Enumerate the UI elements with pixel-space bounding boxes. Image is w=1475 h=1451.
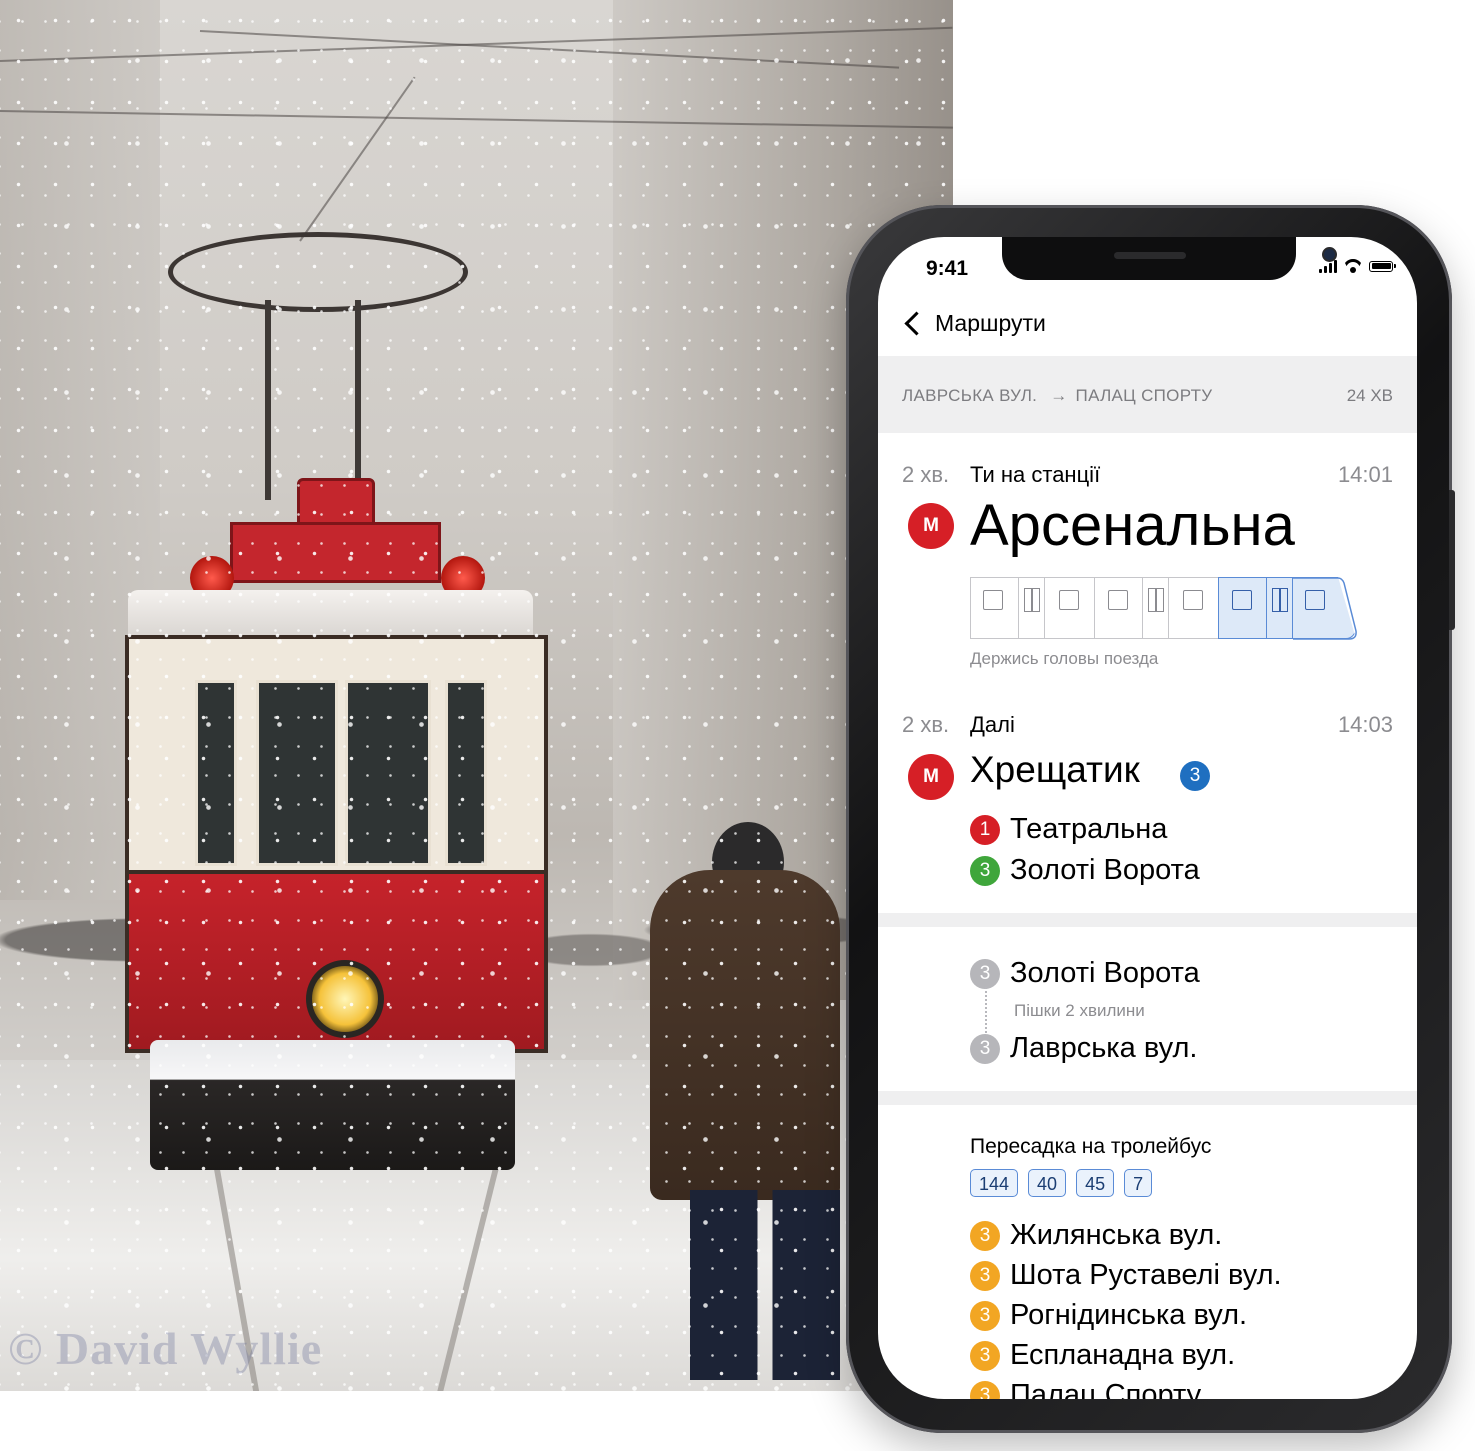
double-door-icon <box>1024 588 1040 612</box>
section-divider <box>878 913 1417 927</box>
route-chip[interactable]: 144 <box>970 1169 1019 1197</box>
line-badge-green: 3 <box>970 855 1000 886</box>
line-badge-red: 1 <box>970 814 1000 845</box>
route-arrow-icon: → <box>1050 386 1068 405</box>
step-title: Ти на станції <box>970 462 1101 487</box>
line-badge-orange: 3 <box>970 1220 1000 1251</box>
line-badge-orange: 3 <box>970 1340 1000 1371</box>
route-chip[interactable]: 40 <box>1028 1169 1067 1197</box>
photo-watermark: © David Wyllie <box>8 1323 323 1374</box>
step-time: 14:03 <box>1337 712 1393 737</box>
line-badge-orange: 3 <box>970 1380 1000 1399</box>
metro-icon: М <box>908 754 954 800</box>
stop-name: Золоті Ворота <box>1010 854 1200 886</box>
stop-name: Рогнідинська вул. <box>1010 1299 1248 1331</box>
back-button[interactable]: Маршрути <box>902 310 1046 337</box>
stop-name: Лаврська вул. <box>1010 1032 1198 1064</box>
train-car <box>1094 577 1144 639</box>
battery-icon <box>1369 260 1396 272</box>
line-badge-orange: 3 <box>970 1300 1000 1331</box>
route-to: ПАЛАЦ СПОРТУ <box>1075 386 1213 405</box>
double-door-icon <box>1272 588 1288 612</box>
train-car <box>1142 577 1170 639</box>
trolleybus-stop: 3 Палац Спорту <box>970 1379 1201 1399</box>
intermediate-stop: 3 Золоті Ворота <box>970 854 1200 887</box>
walk-hint: Пішки 2 хвилини <box>1014 1001 1145 1020</box>
line-badge-blue: 3 <box>1180 761 1210 791</box>
stop-name: Театральна <box>1010 813 1168 845</box>
intermediate-stop: 1 Театральна <box>970 813 1167 846</box>
train-car <box>970 577 1020 639</box>
door-icon <box>1183 590 1203 610</box>
phone-screen: 9:41 Маршрути ЛАВРСЬКА ВУЛ. → ПАЛАЦ СПОР… <box>878 237 1417 1399</box>
route-duration: 24 ХВ <box>1346 386 1393 405</box>
line-badge-gray: 3 <box>970 958 1000 989</box>
train-car-highlighted <box>1266 577 1294 639</box>
phone-side-button <box>1449 490 1455 630</box>
trolleybus-stop: 3 Жилянська вул. <box>970 1219 1222 1252</box>
step-title: Далі <box>970 712 1015 737</box>
trolleybus-stop: 3 Еспланадна вул. <box>970 1339 1235 1372</box>
earpiece-speaker <box>1114 252 1186 259</box>
door-icon <box>1232 590 1252 610</box>
route-summary-bar: ЛАВРСЬКА ВУЛ. → ПАЛАЦ СПОРТУ 24 ХВ <box>878 356 1417 433</box>
line-badge-gray: 3 <box>970 1033 1000 1064</box>
current-station: Арсенальна <box>970 493 1295 558</box>
route-chip[interactable]: 7 <box>1124 1169 1153 1197</box>
status-icons <box>1319 259 1396 273</box>
next-station: Хрещатик <box>970 749 1140 790</box>
metro-icon: М <box>908 503 954 549</box>
train-car <box>1168 577 1220 639</box>
door-icon <box>1059 590 1079 610</box>
snowfall <box>0 0 953 1391</box>
stop-name: Еспланадна вул. <box>1010 1339 1236 1371</box>
background-photo: © David Wyllie <box>0 0 953 1391</box>
chevron-left-icon <box>904 311 929 336</box>
stop-name: Золоті Ворота <box>1010 957 1200 989</box>
cellular-signal-icon <box>1319 259 1337 273</box>
door-icon <box>1108 590 1128 610</box>
line-badge-orange: 3 <box>970 1260 1000 1291</box>
step-time: 14:01 <box>1337 462 1393 487</box>
step-duration: 2 хв. <box>902 712 950 737</box>
transfer-title: Пересадка на тролейбус <box>970 1135 1212 1158</box>
trolleybus-routes: 144 40 45 7 <box>970 1169 1153 1197</box>
walk-start-stop: 3 Золоті Ворота <box>970 957 1200 990</box>
trolleybus-stop: 3 Рогнідинська вул. <box>970 1299 1247 1332</box>
route-chip[interactable]: 45 <box>1076 1169 1115 1197</box>
train-head-outline <box>1293 577 1357 640</box>
step-duration: 2 хв. <box>902 462 950 487</box>
train-car-diagram <box>970 577 1358 641</box>
phone-notch <box>1002 237 1335 280</box>
back-button-label: Маршрути <box>935 310 1046 336</box>
trolleybus-stop: 3 Шота Руставелі вул. <box>970 1259 1282 1292</box>
train-car <box>1044 577 1096 639</box>
stop-name: Палац Спорту <box>1010 1379 1202 1399</box>
wifi-icon <box>1343 259 1363 273</box>
train-car <box>1018 577 1046 639</box>
route-text: ЛАВРСЬКА ВУЛ. → ПАЛАЦ СПОРТУ <box>902 386 1212 406</box>
train-car-highlighted <box>1218 577 1268 639</box>
stop-name: Жилянська вул. <box>1010 1219 1223 1251</box>
door-icon <box>983 590 1003 610</box>
stop-name: Шота Руставелі вул. <box>1010 1259 1282 1291</box>
status-time: 9:41 <box>926 257 969 280</box>
walk-end-stop: 3 Лаврська вул. <box>970 1032 1197 1065</box>
double-door-icon <box>1148 588 1164 612</box>
section-divider <box>878 1091 1417 1105</box>
route-from: ЛАВРСЬКА ВУЛ. <box>902 386 1038 405</box>
train-position-hint: Держись головы поезда <box>970 649 1159 668</box>
